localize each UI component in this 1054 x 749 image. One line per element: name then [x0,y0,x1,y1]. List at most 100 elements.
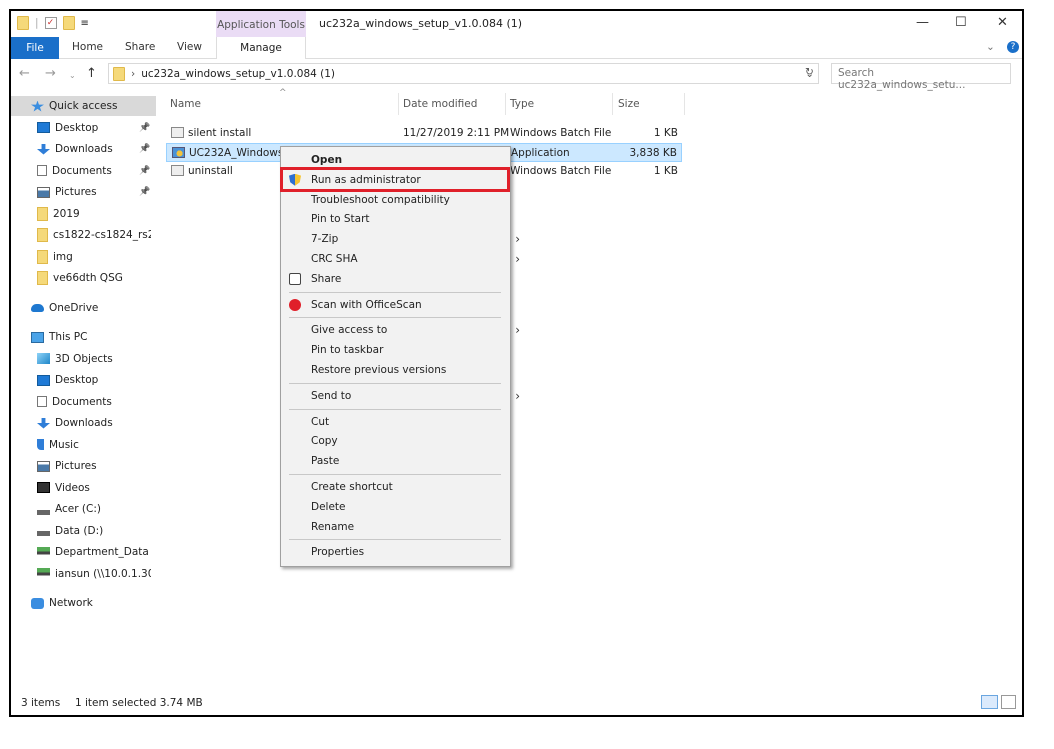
desktop-icon [37,374,50,386]
menu-item-delete[interactable]: Delete [311,497,506,517]
search-input[interactable]: Search uc232a_windows_setu... [831,63,1011,91]
sidebar-item[interactable]: Pictures [11,456,151,476]
video-icon [37,482,50,493]
document-icon [37,165,47,176]
menu-item-cut[interactable]: Cut [311,412,506,432]
properties-icon[interactable]: ✓ [44,17,57,29]
sidebar-item[interactable]: Acer (C:) [11,499,151,519]
menu-item-give-access-to[interactable]: Give access to › [311,320,520,340]
sidebar-item[interactable]: Department_Data (\\ [11,542,151,562]
breadcrumb[interactable]: uc232a_windows_setup_v1.0.084 (1) [141,68,335,80]
back-icon[interactable]: ← [19,66,30,81]
pin-icon[interactable]: 📌 [139,166,150,176]
sidebar-item-label: ve66dth QSG [53,272,123,284]
sidebar-item[interactable]: Pictures 📌 [11,182,151,202]
submenu-arrow-icon: › [515,232,520,247]
tab-share[interactable]: Share [125,41,155,53]
customize-toolbar-icon[interactable]: ≡ [81,18,89,29]
menu-item-troubleshoot-compatibility[interactable]: Troubleshoot compatibility [311,190,506,210]
computer-icon [31,331,44,343]
sidebar-item-label: Pictures [55,460,97,472]
sidebar-item[interactable]: cs1822-cs1824_rs232 [11,225,151,245]
column-header-size[interactable]: Size [618,98,640,110]
pictures-icon [37,460,50,472]
minimize-button[interactable]: — [916,15,929,30]
sidebar-item[interactable]: OneDrive [11,298,151,318]
expand-ribbon-icon[interactable]: ⌄ [986,41,995,53]
menu-item-pin-to-start[interactable]: Pin to Start [311,209,506,229]
menu-item-send-to[interactable]: Send to › [311,386,520,406]
menu-item-scan-with-officescan[interactable]: Scan with OfficeScan [289,295,506,315]
menu-item-properties[interactable]: Properties [311,542,506,562]
menu-separator [289,408,501,410]
pin-icon[interactable]: 📌 [139,123,150,133]
sidebar-item[interactable]: img [11,247,151,267]
menu-item-7-zip[interactable]: 7-Zip › [311,229,520,249]
folder-icon[interactable] [17,16,29,30]
menu-item-rename[interactable]: Rename [311,517,506,537]
column-header-date[interactable]: Date modified [403,98,477,110]
sidebar-item[interactable]: Downloads [11,413,151,433]
pin-icon[interactable]: 📌 [139,144,150,154]
batch-file-icon [171,165,184,176]
sidebar-item[interactable]: ve66dth QSG [11,268,151,288]
column-header-name[interactable]: Name [170,98,201,110]
new-folder-icon[interactable] [62,16,75,30]
column-header-type[interactable]: Type [510,98,534,110]
sidebar-item[interactable]: This PC [11,327,151,347]
sidebar-item[interactable]: 3D Objects [11,349,151,369]
file-name: uninstall [188,165,233,177]
refresh-icon[interactable]: ↻ [805,66,814,78]
menu-item-label: Scan with OfficeScan [311,298,422,311]
sidebar-item-label: 3D Objects [55,352,113,365]
breadcrumb-chevron-icon: › [131,67,136,80]
network-drive-icon [37,568,50,579]
column-divider[interactable] [684,93,685,115]
sidebar-item[interactable]: Quick access [11,96,156,116]
column-divider[interactable] [505,93,506,115]
menu-item-label: Share [311,272,342,285]
sidebar-item[interactable]: Desktop 📌 [11,118,151,138]
sidebar-item[interactable]: Documents 📌 [11,161,151,181]
download-icon [37,417,50,429]
large-icons-view-icon[interactable] [1001,695,1016,709]
forward-icon[interactable]: → [45,66,56,81]
sidebar-item-label: 2019 [53,207,80,220]
column-divider[interactable] [398,93,399,115]
menu-item-restore-previous-versions[interactable]: Restore previous versions [311,360,506,380]
sidebar-item[interactable]: Downloads 📌 [11,139,151,159]
file-row[interactable]: silent install 11/27/2019 2:11 PM Windows … [166,124,682,143]
tab-home[interactable]: Home [72,41,103,53]
details-view-icon[interactable] [981,695,998,709]
column-divider[interactable] [612,93,613,115]
sidebar-item[interactable]: Data (D:) [11,521,151,541]
sidebar-item[interactable]: Desktop [11,370,151,390]
menu-item-paste[interactable]: Paste [311,451,506,471]
sidebar-item[interactable]: Videos [11,478,151,498]
maximize-button[interactable]: ☐ [955,15,967,30]
sidebar-item[interactable]: Music [11,435,151,455]
address-bar[interactable]: › uc232a_windows_setup_v1.0.084 (1) ⌄ [108,63,819,84]
help-icon[interactable]: ? [1007,41,1019,53]
menu-item-pin-to-taskbar[interactable]: Pin to taskbar [311,340,506,360]
sidebar-item[interactable]: iansun (\\10.0.1.30\S [11,564,151,584]
tab-view[interactable]: View [177,41,202,53]
menu-item-crc-sha[interactable]: CRC SHA › [311,249,520,269]
tab-file[interactable]: File [11,37,59,59]
sidebar-item[interactable]: 2019 [11,204,151,224]
up-icon[interactable]: ↑ [86,66,97,81]
menu-item-label: Give access to [311,324,388,337]
menu-item-create-shortcut[interactable]: Create shortcut [311,477,506,497]
sidebar-item[interactable]: Network [11,593,151,613]
menu-item-label: Copy [311,435,338,448]
sidebar-item[interactable]: Documents [11,392,151,412]
menu-item-share[interactable]: Share [289,269,506,289]
menu-item-copy[interactable]: Copy [311,431,506,451]
menu-item-label: 7-Zip [311,233,339,246]
desktop-icon [37,122,50,133]
close-button[interactable]: ✕ [997,15,1008,30]
tab-manage[interactable]: Manage [216,37,306,59]
recent-locations-icon[interactable]: ⌄ [69,71,76,80]
pin-icon[interactable]: 📌 [139,187,150,197]
window-title: uc232a_windows_setup_v1.0.084 (1) [319,17,523,30]
